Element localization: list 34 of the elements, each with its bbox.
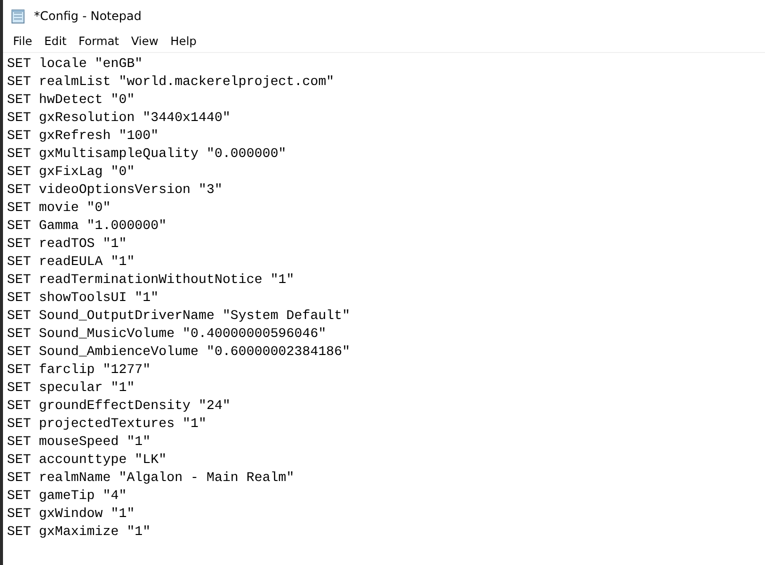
text-line: SET accounttype "LK" [7, 451, 168, 469]
text-line: SET gxFixLag "0" [7, 163, 136, 181]
menu-item[interactable]: Help [164, 32, 203, 50]
text-line: SET readTerminationWithoutNotice "1" [7, 271, 296, 289]
text-line: SET gameTip "4" [7, 487, 128, 505]
text-line: SET showToolsUI "1" [7, 289, 160, 307]
text-line: SET mouseSpeed "1" [7, 433, 152, 451]
text-line: SET gxMultisampleQuality "0.000000" [7, 145, 288, 163]
text-line: SET Gamma "1.000000" [7, 217, 168, 235]
text-line: SET gxResolution "3440x1440" [7, 109, 232, 127]
menu-item[interactable]: Edit [38, 32, 73, 50]
text-line: SET groundEffectDensity "24" [7, 397, 232, 415]
text-line: SET realmName "Algalon - Main Realm" [7, 469, 296, 487]
text-line: SET specular "1" [7, 379, 136, 397]
menu-item[interactable]: View [125, 32, 164, 50]
text-line: SET projectedTextures "1" [7, 415, 208, 433]
text-line: SET realmList "world.mackerelproject.com" [7, 73, 336, 91]
text-line: SET Sound_MusicVolume "0.40000000596046" [7, 325, 328, 343]
text-line: SET gxRefresh "100" [7, 127, 160, 145]
text-line: SET videoOptionsVersion "3" [7, 181, 224, 199]
text-line: SET farclip "1277" [7, 361, 152, 379]
window-title: *Config - Notepad [34, 8, 142, 24]
text-line: SET readTOS "1" [7, 235, 128, 253]
text-line: SET locale "enGB" [7, 55, 144, 73]
text-line: SET movie "0" [7, 199, 112, 217]
menu-item[interactable]: Format [72, 32, 126, 50]
text-line: SET gxWindow "1" [7, 505, 136, 523]
text-line: SET Sound_OutputDriverName "System Default" [7, 307, 352, 325]
menu-item[interactable]: File [7, 32, 38, 50]
text-line: SET hwDetect "0" [7, 91, 136, 109]
text-line: SET Sound_AmbienceVolume "0.60000002384186" [7, 343, 352, 361]
text-line: SET readEULA "1" [7, 253, 136, 271]
text-line: SET gxMaximize "1" [7, 523, 152, 541]
notepad-icon [10, 8, 26, 24]
